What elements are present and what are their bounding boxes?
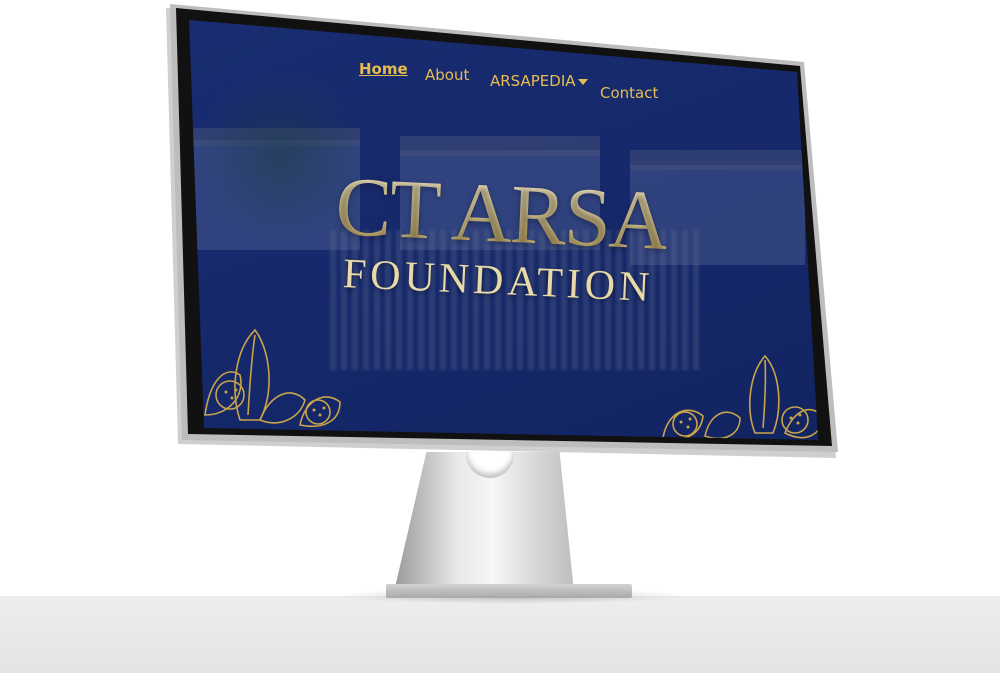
monitor: Home About ARSAPEDIA Contact CT ARSA FOU… (0, 0, 1000, 673)
website-hero: Home About ARSAPEDIA Contact CT ARSA FOU… (189, 20, 818, 440)
nav-arsapedia-label: ARSAPEDIA (490, 72, 576, 90)
nav-arsapedia-dropdown[interactable]: ARSAPEDIA (490, 72, 588, 90)
floral-ornament-icon (204, 328, 341, 427)
top-navigation: Home About ARSAPEDIA Contact (189, 20, 818, 440)
nav-home-link[interactable]: Home (359, 60, 408, 78)
caret-down-icon (577, 78, 588, 85)
screen: Home About ARSAPEDIA Contact CT ARSA FOU… (0, 0, 1000, 673)
floral-ornament-icon (662, 354, 818, 440)
nav-about-link[interactable]: About (425, 66, 469, 84)
nav-contact-link[interactable]: Contact (600, 84, 658, 102)
